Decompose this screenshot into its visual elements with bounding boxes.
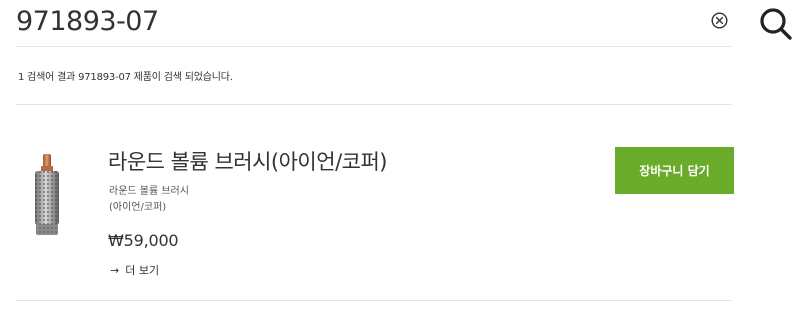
product-description: 라운드 볼륨 브러시 (아이언/코퍼) bbox=[109, 184, 259, 216]
product-title[interactable]: 라운드 볼륨 브러시(아이언/코퍼) bbox=[108, 146, 387, 176]
search-button[interactable] bbox=[758, 6, 794, 42]
product-price: ₩59,000 bbox=[108, 231, 179, 250]
more-link-label: 더 보기 bbox=[125, 264, 160, 277]
clear-search-button[interactable] bbox=[711, 12, 728, 29]
add-to-cart-button[interactable]: 장바구니 담기 bbox=[615, 147, 734, 194]
close-circle-icon bbox=[711, 12, 728, 29]
more-link[interactable]: → 더 보기 bbox=[110, 262, 159, 278]
product-desc-line: 라운드 볼륨 브러시 bbox=[109, 186, 189, 197]
search-input[interactable] bbox=[16, 4, 696, 38]
divider bbox=[16, 300, 732, 301]
product-image[interactable] bbox=[30, 154, 64, 238]
search-bar bbox=[16, 0, 792, 47]
arrow-right-icon: → bbox=[110, 264, 120, 277]
search-result-summary: 1 검색어 결과 971893-07 제품이 검색 되었습니다. bbox=[18, 72, 233, 83]
product-desc-line: (아이언/코퍼) bbox=[109, 202, 167, 213]
search-icon bbox=[760, 8, 792, 40]
divider bbox=[16, 104, 732, 105]
